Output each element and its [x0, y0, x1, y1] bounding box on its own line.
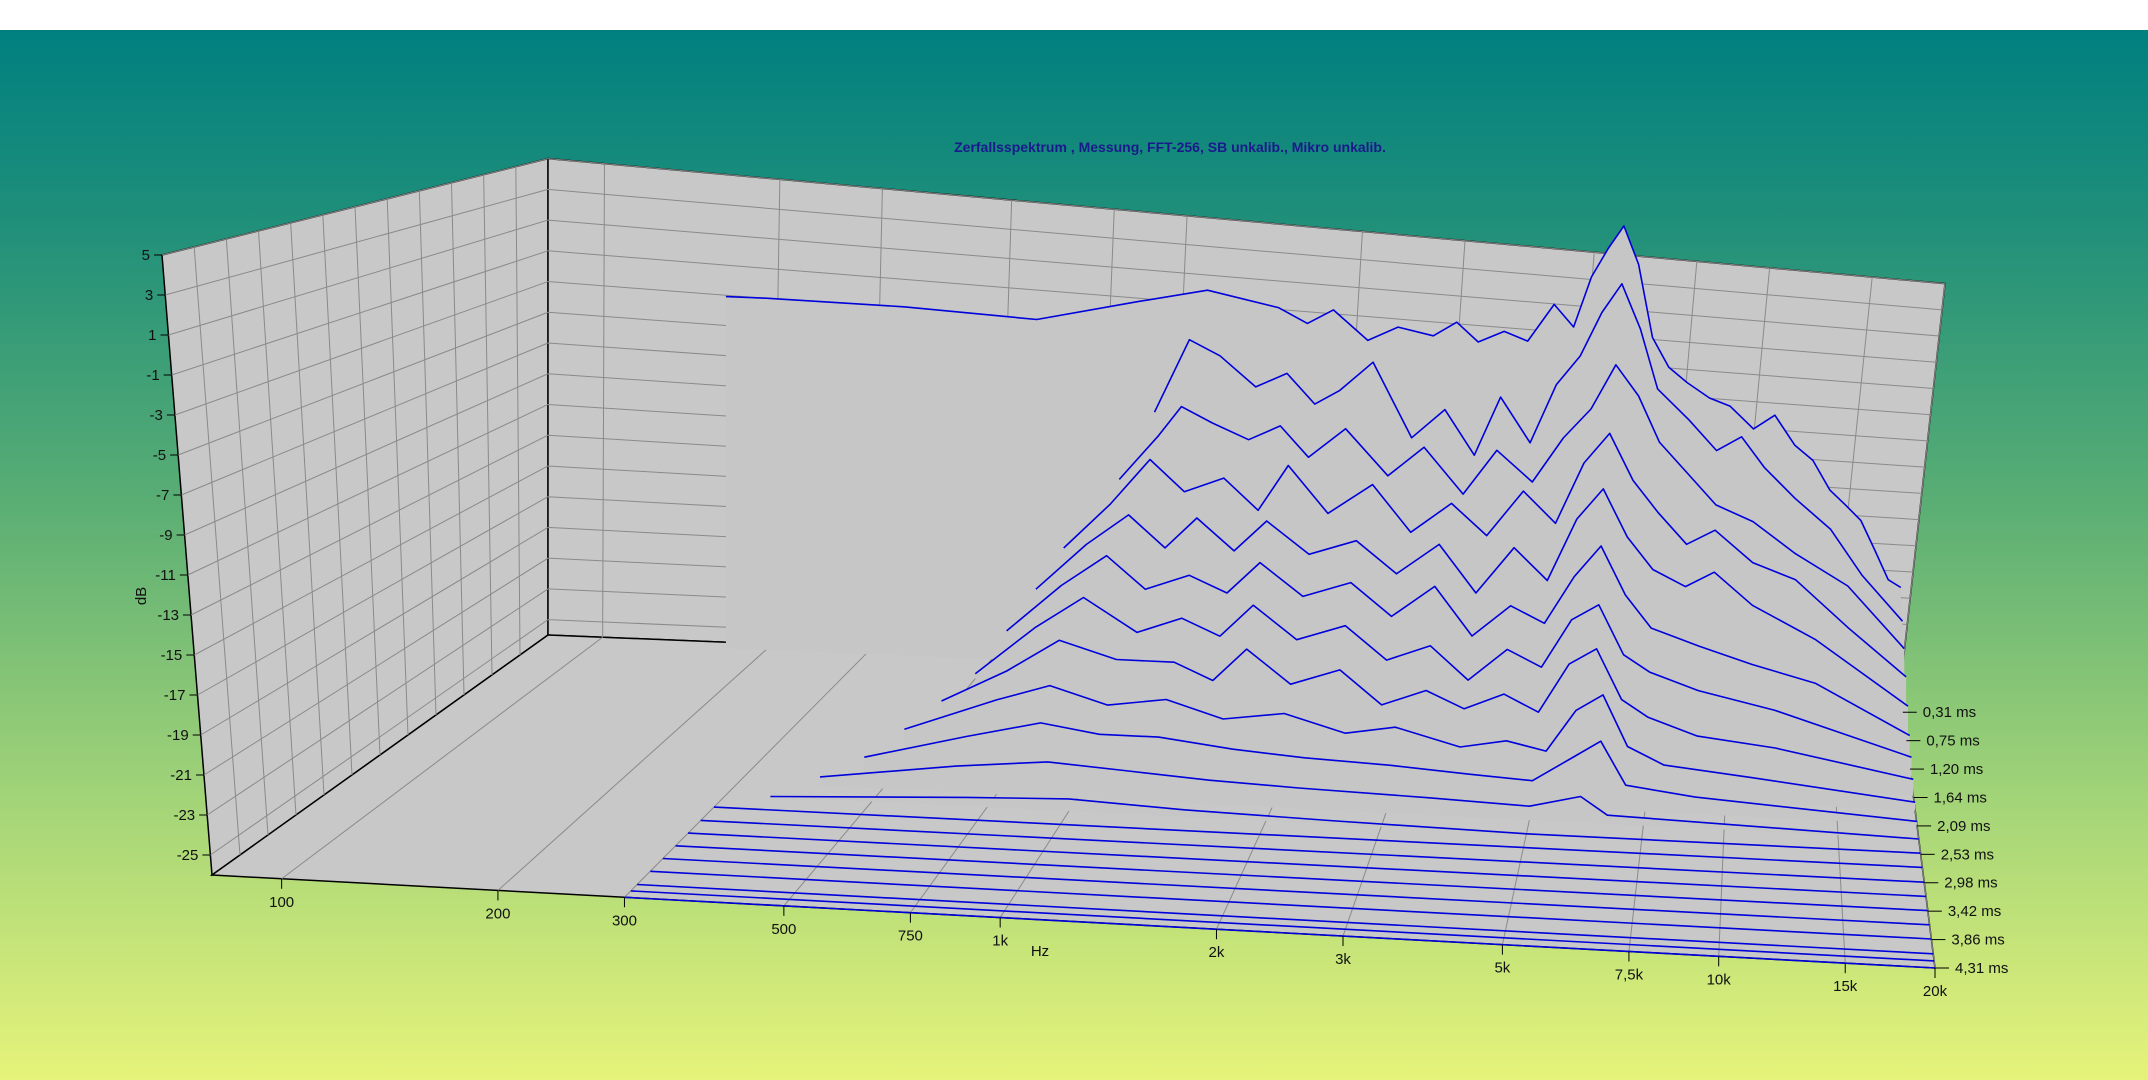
x-tick-label: 100 — [269, 894, 294, 911]
x-axis-label: Hz — [1031, 943, 1049, 960]
z-tick-label: 3,86 ms — [1951, 932, 2004, 949]
y-tick-label: 1 — [148, 327, 156, 344]
chart-title: Zerfallsspektrum , Messung, FFT-256, SB … — [954, 139, 1386, 155]
x-tick-label: 7,5k — [1615, 966, 1644, 983]
x-tick-label: 1k — [992, 933, 1008, 950]
x-tick-label: 3k — [1335, 951, 1351, 968]
x-tick-label: 200 — [485, 905, 510, 922]
y-tick-label: -5 — [153, 447, 166, 464]
z-tick-label: 2,98 ms — [1944, 875, 1997, 892]
y-tick-label: -17 — [164, 687, 186, 704]
y-tick-label: -25 — [177, 847, 199, 864]
x-tick-label: 5k — [1494, 960, 1510, 977]
z-tick-label: 2,09 ms — [1937, 818, 1990, 835]
y-tick-label: -9 — [159, 527, 172, 544]
z-tick-label: 0,31 ms — [1923, 704, 1976, 721]
y-tick-label: -23 — [173, 807, 195, 824]
y-tick-label: -3 — [150, 407, 163, 424]
waterfall-chart: Zerfallsspektrum , Messung, FFT-256, SB … — [133, 139, 2008, 1000]
y-tick-label: -19 — [167, 727, 189, 744]
x-tick-label: 500 — [771, 921, 796, 938]
x-tick-label: 15k — [1833, 978, 1858, 995]
y-axis-label: dB — [133, 587, 150, 605]
y-tick-label: -11 — [155, 567, 176, 584]
y-tick-label: -21 — [170, 767, 192, 784]
z-tick-label: 0,75 ms — [1926, 733, 1979, 750]
y-tick-label: 3 — [145, 287, 153, 304]
y-tick-label: -7 — [156, 487, 169, 504]
z-tick-label: 2,53 ms — [1941, 846, 1994, 863]
x-tick-label: 2k — [1209, 944, 1225, 961]
x-tick-label: 20k — [1923, 983, 1948, 1000]
x-tick-label: 10k — [1707, 971, 1732, 988]
y-tick-label: -13 — [157, 607, 179, 624]
z-tick-label: 1,20 ms — [1930, 761, 1983, 778]
y-tick-label: -15 — [161, 647, 183, 664]
z-tick-label: 4,31 ms — [1955, 960, 2008, 977]
y-tick-label: 5 — [142, 247, 150, 264]
x-tick-label: 300 — [612, 912, 637, 929]
z-tick-label: 1,64 ms — [1934, 789, 1987, 806]
z-tick-label: 3,42 ms — [1948, 903, 2001, 920]
x-tick-label: 750 — [898, 928, 923, 945]
y-tick-label: -1 — [146, 367, 159, 384]
